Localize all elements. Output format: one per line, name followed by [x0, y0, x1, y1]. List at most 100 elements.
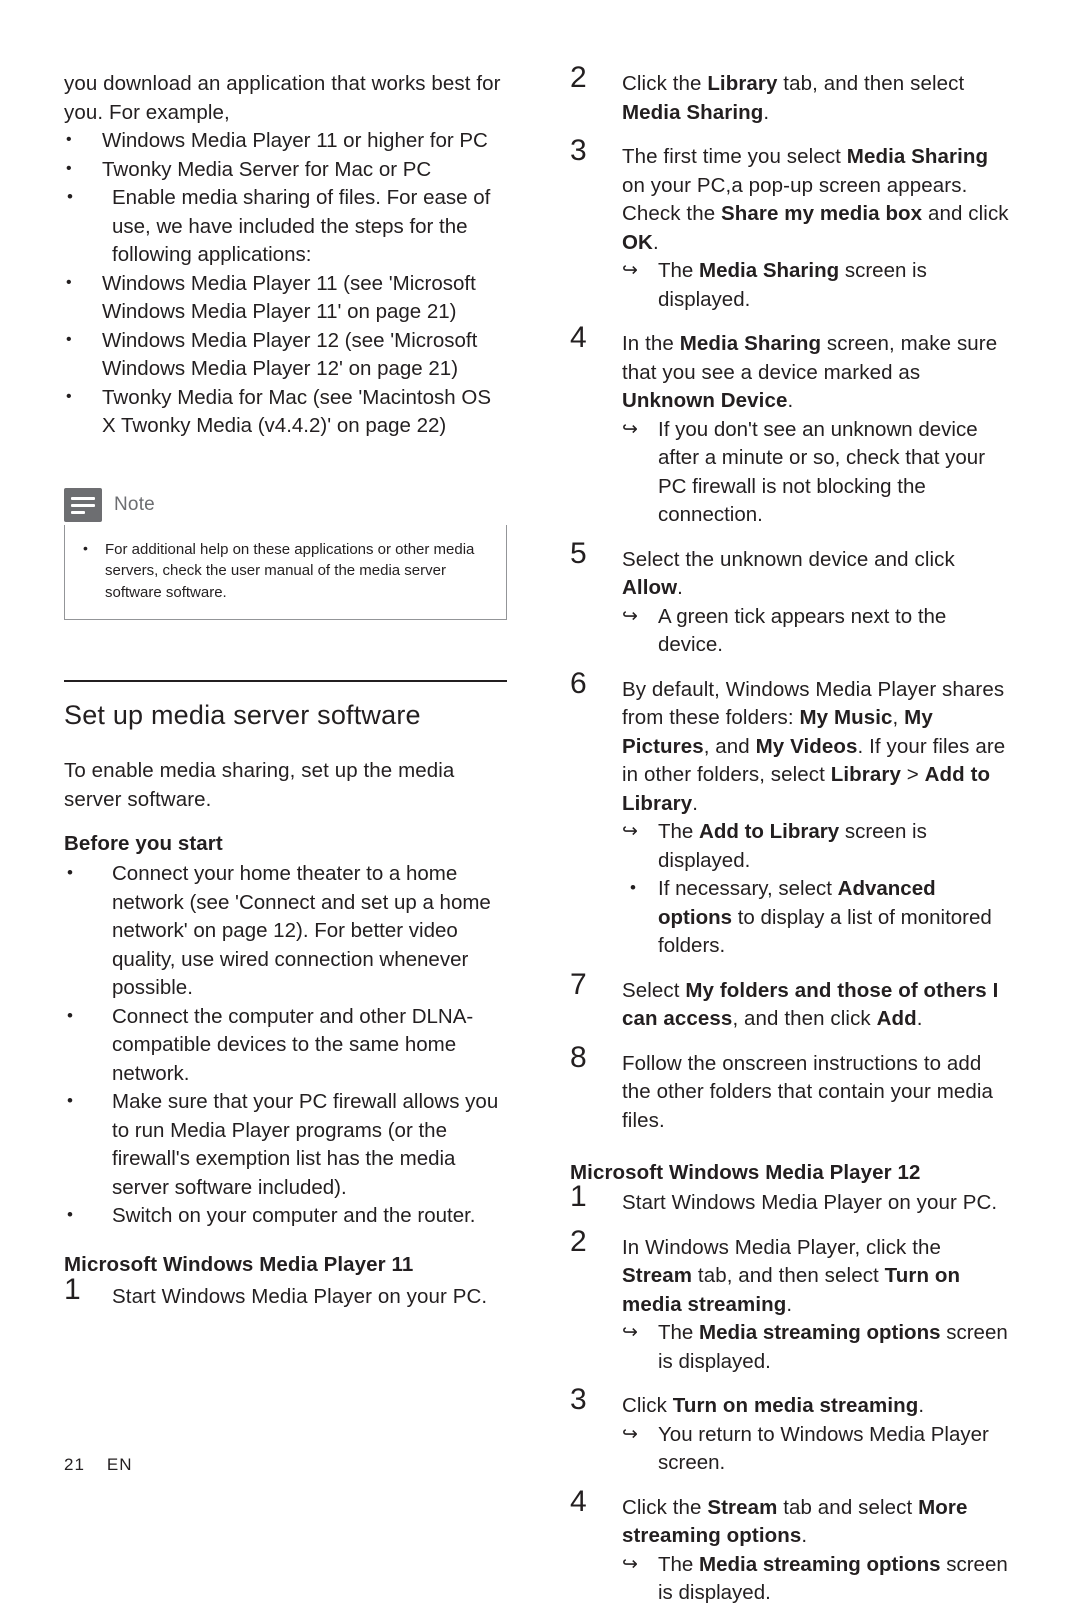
emphasis-text: Stream: [622, 1264, 693, 1287]
list-item: Twonky Media for Mac (see 'Macintosh OS …: [64, 383, 509, 441]
list-item: Connect the computer and other DLNA-comp…: [64, 1002, 509, 1089]
body-text: , and: [703, 734, 756, 758]
step-text: Select My folders and those of others I …: [622, 977, 1015, 1034]
body-text: .: [677, 576, 683, 599]
body-text: tab, and then select: [777, 72, 965, 95]
emphasis-text: Media streaming options: [699, 1321, 941, 1344]
wmp11-step-list: 2 Click the Library tab, and then select …: [570, 63, 1015, 1136]
step-number: 1: [570, 1180, 587, 1213]
step-number: 5: [570, 536, 587, 570]
intro-paragraph: you download an application that works b…: [64, 72, 501, 124]
body-text: and click: [922, 202, 1009, 225]
step-item: 1 Start Windows Media Player on your PC.: [570, 1182, 1015, 1218]
step-number: 4: [570, 321, 587, 354]
body-text: .: [786, 1292, 793, 1316]
body-text: If necessary, select: [658, 877, 838, 900]
step-item: 6 By default, Windows Media Player shares…: [570, 668, 1015, 961]
body-text: The first time you select: [622, 145, 847, 168]
body-text: The: [658, 820, 700, 843]
list-item: Enable media sharing of files. For ease …: [64, 183, 509, 270]
body-text: In the: [622, 332, 680, 355]
emphasis-text: Share my media box: [721, 202, 923, 225]
body-text: If you don't see an unknown device after…: [658, 417, 986, 527]
body-text: tab and select: [777, 1495, 919, 1519]
body-text: Follow the onscreen instructions to add …: [622, 1051, 994, 1132]
list-item: Make sure that your PC firewall allows y…: [64, 1087, 509, 1202]
step-number: 3: [570, 1383, 587, 1416]
step-item: 1 Start Windows Media Player on your PC.: [64, 1274, 509, 1312]
list-item: Twonky Media Server for Mac or PC: [64, 155, 509, 185]
before-you-start-heading: Before you start: [64, 832, 223, 855]
list-item: For additional help on these application…: [79, 538, 492, 604]
right-column: 2 Click the Library tab, and then select …: [570, 63, 1015, 1624]
body-text: Click: [622, 1394, 673, 1417]
step-item: 3Click Turn on media streaming.You retur…: [570, 1385, 1015, 1478]
emphasis-text: Media Sharing: [679, 332, 822, 355]
step-text: Start Windows Media Player on your PC.: [622, 1189, 1015, 1218]
emphasis-text: Allow: [622, 576, 678, 599]
emphasis-text: Add to Library: [699, 820, 840, 843]
step-text: Click Turn on media streaming.: [622, 1392, 1015, 1421]
step-item: 7 Select My folders and those of others I…: [570, 969, 1015, 1034]
body-text: ,: [892, 706, 905, 729]
emphasis-text: Library: [707, 72, 778, 95]
body-text: .: [801, 1524, 808, 1547]
step-number: 3: [570, 134, 587, 167]
step-text: In the Media Sharing screen, make sure t…: [622, 330, 1015, 416]
step-sub-bullet: If necessary, select Advanced options to…: [622, 874, 1015, 961]
emphasis-text: Media streaming options: [699, 1552, 941, 1576]
emphasis-text: My Videos: [755, 734, 858, 758]
body-text: .: [916, 1007, 923, 1030]
body-text: .: [652, 230, 659, 254]
body-text: , and then click: [732, 1007, 877, 1030]
body-text: In Windows Media Player, click the: [622, 1235, 941, 1259]
step-number: 8: [570, 1040, 587, 1074]
body-text: Click the: [622, 72, 708, 95]
step-text: Start Windows Media Player on your PC.: [112, 1284, 488, 1308]
list-item: Switch on your computer and the router.: [64, 1201, 509, 1231]
note-lines-icon: [64, 487, 102, 522]
note-body: For additional help on these application…: [64, 524, 507, 620]
step-result: You return to Windows Media Player scree…: [622, 1421, 1015, 1478]
list-item: Windows Media Player 11 (see 'Microsoft …: [64, 269, 509, 327]
step-item: 8 Follow the onscreen instructions to add…: [570, 1042, 1015, 1136]
intro-sub-bullet-list: Windows Media Player 11 or higher for PC…: [64, 126, 509, 185]
body-text: The: [658, 1552, 700, 1576]
body-text: >: [900, 763, 925, 786]
emphasis-text: Media Sharing: [699, 259, 840, 282]
step-item: 2 Click the Library tab, and then select …: [570, 63, 1015, 127]
emphasis-text: OK: [622, 230, 653, 254]
step-text: The first time you select Media Sharing …: [622, 143, 1015, 257]
wmp12-heading: Microsoft Windows Media Player 12: [570, 1161, 921, 1184]
emphasis-text: Media Sharing: [622, 100, 764, 124]
body-text: .: [918, 1394, 925, 1417]
step-number: 2: [570, 61, 587, 94]
wmp11-heading: Microsoft Windows Media Player 11: [64, 1252, 414, 1276]
wmp12-step-list: 1 Start Windows Media Player on your PC. 2…: [570, 1182, 1015, 1608]
document-page: you download an application that works b…: [0, 0, 1080, 1604]
list-item: Windows Media Player 12 (see 'Microsoft …: [64, 326, 509, 384]
step-result: The Media streaming options screen is di…: [622, 1551, 1015, 1608]
body-text: The: [658, 259, 700, 282]
emphasis-text: Stream: [707, 1495, 778, 1519]
body-text: A green tick appears next to the device.: [658, 604, 947, 657]
body-text: Start Windows Media Player on your PC.: [622, 1191, 998, 1214]
body-text: Select the unknown device and click: [622, 547, 955, 571]
note-header: Note: [64, 485, 507, 525]
emphasis-text: Turn on media streaming: [672, 1394, 919, 1417]
step-item: 2 In Windows Media Player, click the Stre…: [570, 1226, 1015, 1377]
step-text: In Windows Media Player, click the Strea…: [622, 1234, 1015, 1320]
enable-bullet-list: Enable media sharing of files. For ease …: [64, 183, 509, 270]
emphasis-text: My Music: [799, 706, 893, 729]
step-item: 3 The first time you select Media Sharing…: [570, 136, 1015, 314]
list-item: Windows Media Player 11 or higher for PC: [64, 126, 509, 156]
section-intro: To enable media sharing, set up the medi…: [64, 759, 455, 811]
emphasis-text: Add: [876, 1007, 917, 1030]
step-text: Follow the onscreen instructions to add …: [622, 1050, 1015, 1136]
step-number: 1: [64, 1272, 81, 1306]
body-text: You return to Windows Media Player scree…: [658, 1422, 989, 1475]
emphasis-text: Media Sharing: [846, 145, 989, 168]
step-item: 4 In the Media Sharing screen, make sure …: [570, 323, 1015, 530]
body-text: .: [763, 100, 770, 124]
before-you-start-list: Connect your home theater to a home netw…: [64, 859, 509, 1231]
